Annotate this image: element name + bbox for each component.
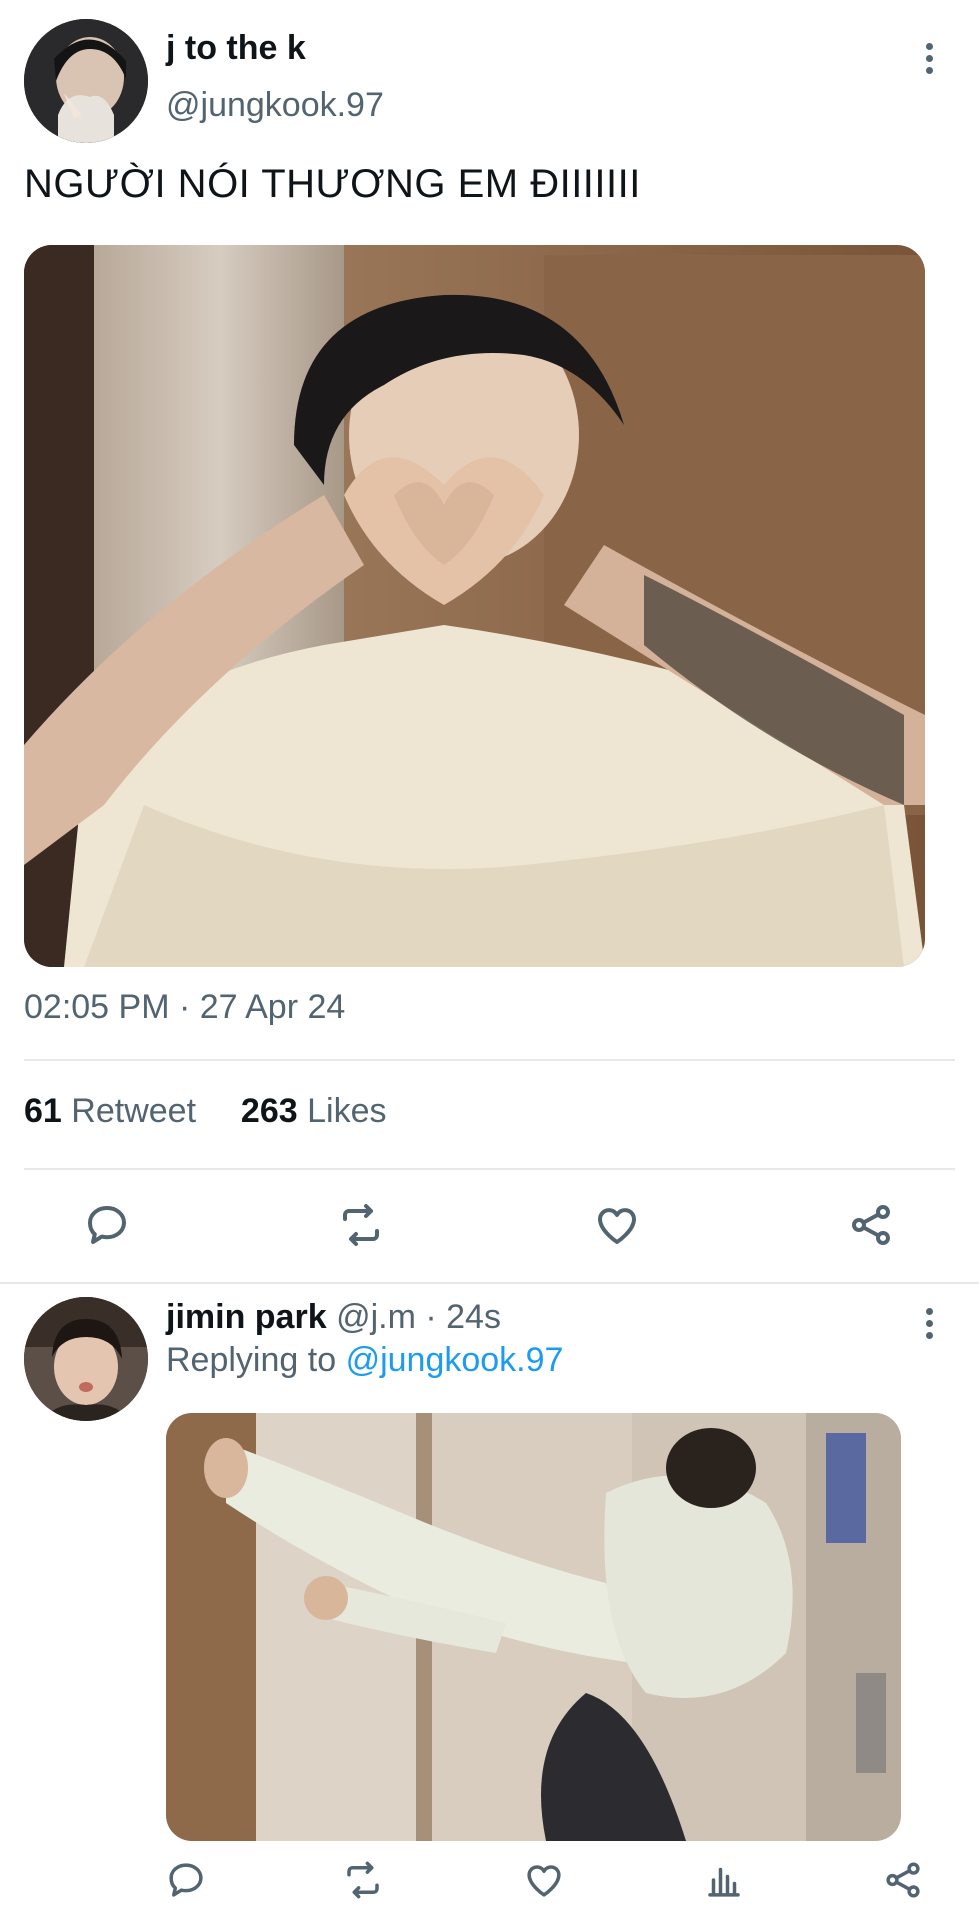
reply-photo[interactable] [166,1413,901,1841]
analytics-icon[interactable] [694,1850,754,1910]
reply-handle[interactable]: @j.m [336,1298,416,1336]
engagement-stats: 61 Retweet 263 Likes [24,1092,386,1131]
divider [24,1059,955,1061]
more-options-icon[interactable] [909,38,949,78]
retweet-icon[interactable] [331,1195,391,1255]
reply-display-name[interactable]: jimin park [166,1298,327,1336]
share-icon[interactable] [873,1850,933,1910]
replying-prefix: Replying to [166,1341,337,1379]
share-icon[interactable] [841,1195,901,1255]
reply-time[interactable]: · 24s [425,1298,501,1336]
reply-avatar[interactable] [24,1297,148,1421]
retweet-label[interactable]: Retweet [71,1092,196,1130]
divider [24,1168,955,1170]
tweet-photo[interactable] [24,245,925,967]
like-count[interactable]: 263 [241,1092,298,1130]
reply-header: jimin park @j.m · 24s [166,1298,501,1337]
user-handle[interactable]: @jungkook.97 [166,86,384,125]
like-label[interactable]: Likes [307,1092,386,1130]
reply-icon[interactable] [156,1850,216,1910]
reply-icon[interactable] [77,1195,137,1255]
replying-to: Replying to @jungkook.97 [166,1341,563,1380]
like-icon[interactable] [587,1195,647,1255]
display-name[interactable]: j to the k [166,29,306,68]
tweet-separator [0,1282,979,1284]
more-options-icon[interactable] [909,1303,949,1343]
avatar[interactable] [24,19,148,143]
like-icon[interactable] [514,1850,574,1910]
tweet-timestamp[interactable]: 02:05 PM · 27 Apr 24 [24,988,345,1027]
tweet-text: NGƯỜI NÓI THƯƠNG EM ĐIIIIIII [24,162,641,206]
retweet-icon[interactable] [333,1850,393,1910]
retweet-count[interactable]: 61 [24,1092,62,1130]
replying-handle-link[interactable]: @jungkook.97 [346,1341,564,1379]
